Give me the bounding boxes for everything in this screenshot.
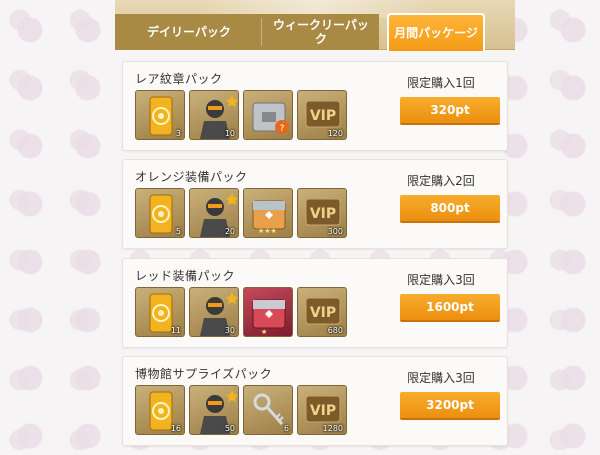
tab-header: デイリーパック ウィークリーパック 月間パッケージ — [115, 0, 515, 51]
orange-crate-icon[interactable]: ★★★ — [243, 188, 293, 238]
vip-card-icon[interactable]: VIP 300 — [297, 188, 347, 238]
svg-text:VIP: VIP — [310, 206, 336, 222]
pack-items: 16 50 6 VIP 1280 — [135, 385, 347, 435]
item-quantity: 6 — [283, 424, 289, 433]
item-quantity: 50 — [224, 424, 235, 433]
svg-text:VIP: VIP — [310, 305, 336, 321]
red-crate-icon[interactable]: ★ — [243, 287, 293, 337]
svg-text:VIP: VIP — [310, 108, 336, 124]
price-label: 320pt — [430, 103, 470, 117]
purchase-limit: 限定購入3回 — [407, 273, 475, 287]
gray-crate-icon[interactable]: ? — [243, 90, 293, 140]
pack-title: レッド装備パック — [135, 269, 236, 283]
svg-text:★: ★ — [261, 328, 267, 336]
item-quantity: 680 — [327, 326, 343, 335]
svg-text:?: ? — [280, 124, 285, 134]
pack-title: 博物館サプライズパック — [135, 367, 273, 381]
tab-monthly[interactable]: 月間パッケージ — [387, 13, 485, 51]
buy-button[interactable]: 320pt — [400, 97, 500, 125]
item-quantity: 1280 — [322, 424, 343, 433]
pack-items: 11 30 ★ VIP 680 — [135, 287, 347, 337]
purchase-limit: 限定購入3回 — [407, 371, 475, 385]
vip-card-icon[interactable]: VIP 120 — [297, 90, 347, 140]
svg-text:★★★: ★★★ — [258, 227, 277, 235]
price-label: 3200pt — [426, 398, 474, 412]
pack-card: オレンジ装備パック 5 20 ★★★ VIP 300 限定購入2回 800pt — [122, 159, 508, 249]
robot-character-icon[interactable]: 50 — [189, 385, 239, 435]
item-quantity: 3 — [175, 129, 181, 138]
pack-items: 5 20 ★★★ VIP 300 — [135, 188, 347, 238]
item-quantity: 10 — [224, 129, 235, 138]
purchase-limit: 限定購入2回 — [407, 174, 475, 188]
pack-title: レア紋章パック — [135, 72, 223, 86]
tab-monthly-label: 月間パッケージ — [394, 26, 478, 40]
pack-card: 博物館サプライズパック 16 50 6 VIP 1280 限定購入3回 3200… — [122, 356, 508, 446]
price-label: 800pt — [430, 201, 470, 215]
buy-button[interactable]: 800pt — [400, 195, 500, 223]
item-quantity: 11 — [170, 326, 181, 335]
left-background-decoration — [0, 0, 115, 455]
pack-title: オレンジ装備パック — [135, 170, 248, 184]
tab-weekly-label: ウィークリーパック — [273, 18, 369, 46]
item-quantity: 120 — [327, 129, 343, 138]
item-quantity: 5 — [175, 227, 181, 236]
gold-ticket-icon[interactable]: 3 — [135, 90, 185, 140]
purchase-limit: 限定購入1回 — [407, 76, 475, 90]
item-quantity: 300 — [327, 227, 343, 236]
gold-ticket-icon[interactable]: 16 — [135, 385, 185, 435]
pack-card: レア紋章パック 3 10 ? VIP 120 限定購入1回 320pt — [122, 61, 508, 151]
svg-text:VIP: VIP — [310, 403, 336, 419]
buy-button[interactable]: 3200pt — [400, 392, 500, 420]
robot-character-icon[interactable]: 10 — [189, 90, 239, 140]
tab-daily-label: デイリーパック — [147, 25, 231, 39]
robot-character-icon[interactable]: 30 — [189, 287, 239, 337]
vip-card-icon[interactable]: VIP 1280 — [297, 385, 347, 435]
buy-button[interactable]: 1600pt — [400, 294, 500, 322]
gold-ticket-icon[interactable]: 5 — [135, 188, 185, 238]
robot-character-icon[interactable]: 20 — [189, 188, 239, 238]
tab-weekly[interactable]: ウィークリーパック — [261, 14, 379, 50]
pack-items: 3 10 ? VIP 120 — [135, 90, 347, 140]
gold-ticket-icon[interactable]: 11 — [135, 287, 185, 337]
item-quantity: 30 — [224, 326, 235, 335]
pack-card: レッド装備パック 11 30 ★ VIP 680 限定購入3回 1600pt — [122, 258, 508, 348]
shop-panel: デイリーパック ウィークリーパック 月間パッケージ レア紋章パック 3 10 ? — [115, 0, 515, 455]
price-label: 1600pt — [426, 300, 474, 314]
item-quantity: 16 — [170, 424, 181, 433]
item-quantity: 20 — [224, 227, 235, 236]
key-icon[interactable]: 6 — [243, 385, 293, 435]
tab-daily[interactable]: デイリーパック — [115, 14, 263, 50]
vip-card-icon[interactable]: VIP 680 — [297, 287, 347, 337]
